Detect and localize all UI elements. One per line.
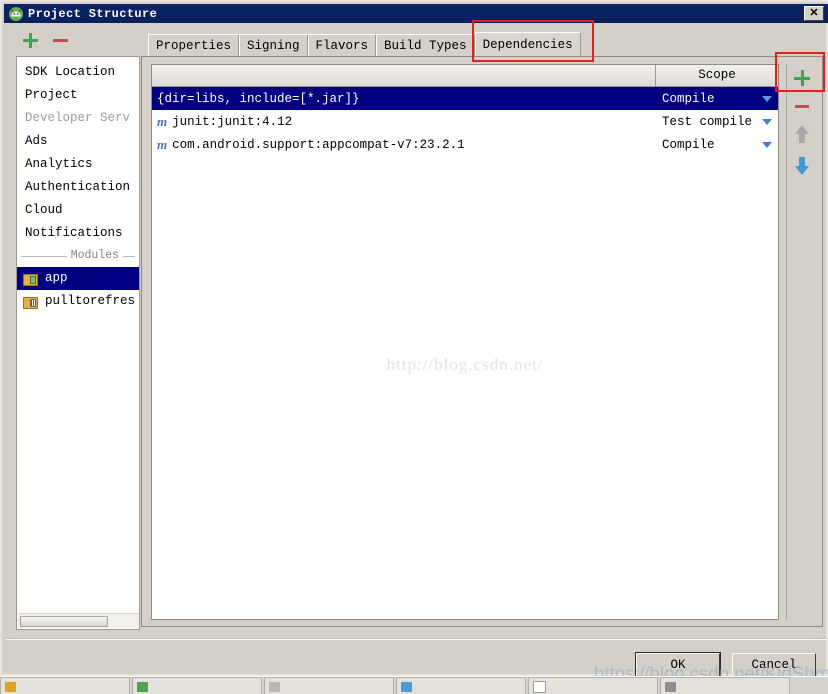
taskbar-item[interactable] xyxy=(396,677,526,694)
footer-divider xyxy=(6,638,826,640)
chevron-down-icon xyxy=(762,118,772,125)
remove-dependency-button[interactable] xyxy=(793,97,811,115)
column-header-name xyxy=(152,65,656,86)
screen-root: Project Structure ✕ SDK Location Project… xyxy=(0,0,828,694)
sidebar-item-developer-services[interactable]: Developer Serv xyxy=(17,107,139,130)
scope-dropdown[interactable]: Compile xyxy=(656,138,778,152)
tab-signing[interactable]: Signing xyxy=(239,34,308,56)
taskbar-item[interactable] xyxy=(132,677,262,694)
table-row[interactable]: m junit:junit:4.12 Test compile xyxy=(152,110,778,133)
taskbar xyxy=(0,676,828,694)
tab-properties[interactable]: Properties xyxy=(148,34,240,56)
app-module-icon xyxy=(23,272,39,286)
tab-build-types[interactable]: Build Types xyxy=(376,34,475,56)
maven-module-icon: m xyxy=(157,113,168,129)
taskbar-app-icon xyxy=(269,681,280,692)
scope-dropdown[interactable]: Test compile xyxy=(656,115,778,129)
taskbar-item[interactable] xyxy=(660,677,790,694)
taskbar-item[interactable] xyxy=(264,677,394,694)
dependencies-panel: Scope {dir=libs, include=[*.jar]} Compil… xyxy=(141,56,823,627)
cancel-button[interactable]: Cancel xyxy=(732,653,816,677)
chevron-down-icon xyxy=(762,95,772,102)
close-icon[interactable]: ✕ xyxy=(804,6,824,21)
maven-module-icon: m xyxy=(157,136,168,152)
scope-dropdown[interactable]: Compile xyxy=(656,92,778,106)
tab-bar: Properties Signing Flavors Build Types D… xyxy=(148,32,581,58)
tab-flavors[interactable]: Flavors xyxy=(307,34,377,56)
dependency-name: m com.android.support:appcompat-v7:23.2.… xyxy=(152,137,656,153)
chevron-down-icon xyxy=(762,141,772,148)
sidebar-item-authentication[interactable]: Authentication xyxy=(17,176,139,199)
sidebar-item-ads[interactable]: Ads xyxy=(17,130,139,153)
sidebar-toolbar xyxy=(12,28,142,52)
separator-rule-left xyxy=(21,255,67,257)
scope-value: Compile xyxy=(662,91,715,106)
sidebar-horizontal-scrollbar[interactable] xyxy=(18,613,139,628)
taskbar-item[interactable] xyxy=(528,677,658,694)
move-up-icon[interactable] xyxy=(793,125,811,145)
dependency-name-text: com.android.support:appcompat-v7:23.2.1 xyxy=(172,137,465,152)
sidebar-item-module-app[interactable]: app xyxy=(17,267,139,290)
table-header-row: Scope xyxy=(152,65,778,87)
module-label: pulltorefres xyxy=(45,294,136,308)
footer-buttons: OK Cancel xyxy=(636,653,816,677)
taskbar-app-icon xyxy=(665,681,676,692)
remove-module-button[interactable] xyxy=(52,32,68,48)
move-down-icon[interactable] xyxy=(793,155,811,175)
add-dependency-button[interactable] xyxy=(793,69,811,87)
modules-separator: Modules xyxy=(17,245,139,267)
dependency-name: m junit:junit:4.12 xyxy=(152,114,656,130)
window-titlebar: Project Structure ✕ xyxy=(4,4,828,23)
dependency-name-text: {dir=libs, include=[*.jar]} xyxy=(157,91,360,106)
watermark-center: http://blog.csdn.net/ xyxy=(386,355,544,374)
taskbar-app-icon xyxy=(401,681,412,692)
sidebar-item-notifications[interactable]: Notifications xyxy=(17,222,139,245)
taskbar-app-icon xyxy=(5,681,16,692)
project-structure-dialog: Project Structure ✕ SDK Location Project… xyxy=(0,0,828,685)
sidebar-item-analytics[interactable]: Analytics xyxy=(17,153,139,176)
dependency-name: {dir=libs, include=[*.jar]} xyxy=(152,92,656,106)
sidebar-item-project[interactable]: Project xyxy=(17,84,139,107)
window-title: Project Structure xyxy=(28,6,158,21)
column-header-scope: Scope xyxy=(698,68,736,82)
add-module-button[interactable] xyxy=(22,32,38,48)
sidebar-item-sdk-location[interactable]: SDK Location xyxy=(17,61,139,84)
scope-value: Test compile xyxy=(662,114,753,129)
modules-separator-label: Modules xyxy=(70,249,119,262)
dependency-name-text: junit:junit:4.12 xyxy=(172,114,293,129)
dependency-actions-toolbar xyxy=(786,64,816,620)
tab-dependencies[interactable]: Dependencies xyxy=(474,32,581,58)
sidebar-list: SDK Location Project Developer Serv Ads … xyxy=(17,57,139,313)
sidebar-item-module-pulltorefresh[interactable]: pulltorefres xyxy=(17,290,139,313)
module-label: app xyxy=(45,271,68,285)
scope-value: Compile xyxy=(662,137,715,152)
dependencies-table: Scope {dir=libs, include=[*.jar]} Compil… xyxy=(151,64,779,620)
table-row[interactable]: m com.android.support:appcompat-v7:23.2.… xyxy=(152,133,778,156)
sidebar: SDK Location Project Developer Serv Ads … xyxy=(16,56,140,630)
library-module-icon xyxy=(23,295,39,309)
taskbar-app-icon xyxy=(533,680,546,693)
taskbar-item[interactable] xyxy=(0,677,130,694)
android-studio-icon xyxy=(8,6,24,22)
table-row[interactable]: {dir=libs, include=[*.jar]} Compile xyxy=(152,87,778,110)
taskbar-app-icon xyxy=(137,681,148,692)
scrollbar-thumb[interactable] xyxy=(20,616,108,627)
ok-button[interactable]: OK xyxy=(636,653,720,677)
separator-rule-right xyxy=(123,255,135,257)
sidebar-item-cloud[interactable]: Cloud xyxy=(17,199,139,222)
